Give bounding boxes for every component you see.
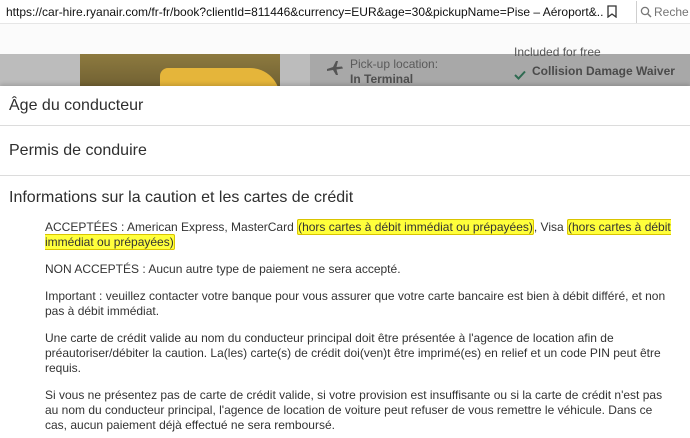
accordion-driver-age-label: Âge du conducteur xyxy=(9,96,144,114)
bookmark-icon[interactable] xyxy=(606,1,618,23)
plane-icon xyxy=(326,60,344,81)
refusal-text: Si vous ne présentez pas de carte de cré… xyxy=(45,388,663,432)
accordion-driving-licence-label: Permis de conduire xyxy=(9,141,147,159)
search-icon xyxy=(637,6,654,18)
url-field[interactable]: https://car-hire.ryanair.com/fr-fr/book?… xyxy=(0,5,604,19)
deposit-info-content: ACCEPTÉES : American Express, MasterCard… xyxy=(0,219,690,433)
accordion-deposit-credit-cards[interactable]: Informations sur la caution et les carte… xyxy=(0,176,690,220)
not-accepted-text: NON ACCEPTÉS : Aucun autre type de paiem… xyxy=(45,262,401,276)
highlight-debit-exclusion-1: (hors cartes à débit immédiat ou prépayé… xyxy=(297,219,534,235)
browser-search-box[interactable] xyxy=(636,1,690,23)
car-image-body xyxy=(160,68,280,86)
important-text: Important : veuillez contacter votre ban… xyxy=(45,289,666,318)
included-label: Included for free xyxy=(514,45,601,59)
accordion-driver-age[interactable]: Âge du conducteur xyxy=(0,86,690,126)
accordion-driving-licence[interactable]: Permis de conduire xyxy=(0,126,690,176)
browser-address-bar: https://car-hire.ryanair.com/fr-fr/book?… xyxy=(0,0,690,24)
pickup-value: In Terminal xyxy=(350,72,414,86)
search-input[interactable] xyxy=(654,5,690,19)
background-page: Pick-up location: In Terminal Included f… xyxy=(0,24,690,86)
card-required-text: Une carte de crédit valide au nom du con… xyxy=(45,331,661,375)
accordion-deposit-label: Informations sur la caution et les carte… xyxy=(9,189,354,206)
pickup-label: Pick-up location: xyxy=(350,57,439,71)
accepted-cards-text: ACCEPTÉES : American Express, MasterCard… xyxy=(45,219,671,250)
conditions-accordion: Âge du conducteur Permis de conduire Inf… xyxy=(0,86,690,438)
check-icon xyxy=(514,67,526,85)
cdw-label: Collision Damage Waiver xyxy=(532,64,675,78)
